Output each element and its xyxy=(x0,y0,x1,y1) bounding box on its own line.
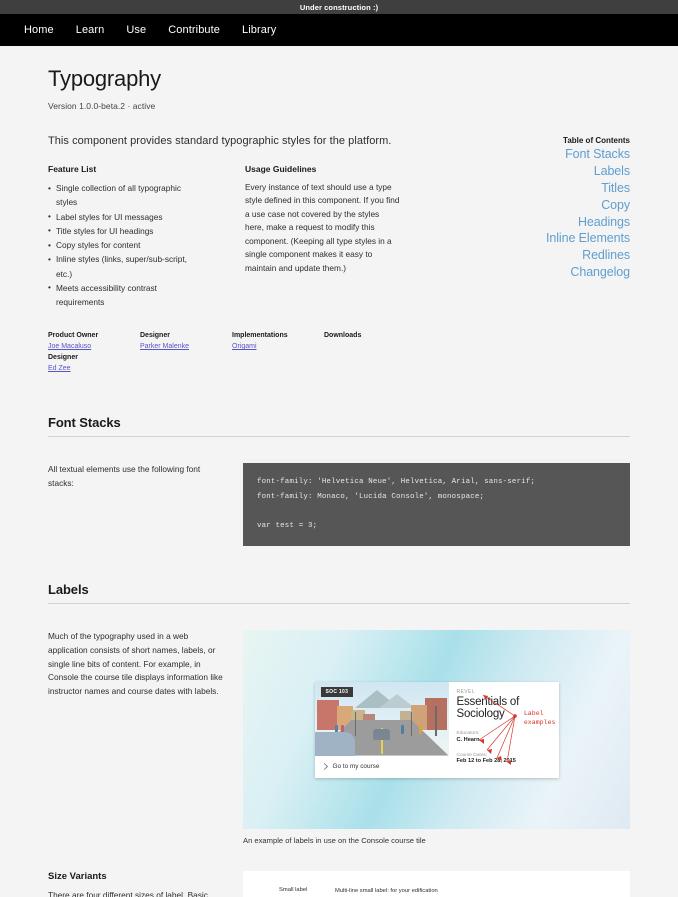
street-lamp-icon xyxy=(435,705,437,736)
section-title: Font Stacks xyxy=(48,415,630,437)
code-block: font-family: 'Helvetica Neue', Helvetica… xyxy=(243,462,630,547)
toc-link-font-stacks[interactable]: Font Stacks xyxy=(438,146,630,163)
toc-link-redlines[interactable]: Redlines xyxy=(438,247,630,264)
meta-label: Designer xyxy=(140,332,170,340)
list-item: Inline styles (links, super/sub-script, … xyxy=(48,252,203,281)
metadata-row: Product Owner Joe Macaluso Designer Ed Z… xyxy=(48,331,630,378)
toc-link-headings[interactable]: Headings xyxy=(438,214,630,231)
meta-product-owner: Product Owner Joe Macaluso Designer Ed Z… xyxy=(48,331,140,374)
chevron-right-icon xyxy=(320,762,328,771)
list-item: Meets accessibility contrast requirement… xyxy=(48,280,203,310)
banner-text: Under construction :) xyxy=(299,2,379,12)
feature-list: Single collection of all typographic sty… xyxy=(48,181,203,309)
font-stacks-row: All textual elements use the following f… xyxy=(48,462,630,547)
nav-item-home[interactable]: Home xyxy=(24,24,54,36)
course-dates-value: Feb 12 to Feb 28, 2015 xyxy=(456,758,516,765)
car-icon xyxy=(372,728,390,740)
meta-designer: Designer Parker Malenke xyxy=(140,331,232,374)
nav-item-library[interactable]: Library xyxy=(242,24,276,36)
usage-guidelines-body: Every instance of text should use a type… xyxy=(245,182,400,273)
usage-guidelines-heading: Usage Guidelines xyxy=(245,164,317,174)
labels-right: SOC 103 Go to my course REVEL Essentials… xyxy=(243,630,630,845)
toc-link-titles[interactable]: Titles xyxy=(438,180,630,197)
annotation-line-2: examples xyxy=(523,719,556,727)
meta-downloads: Downloads xyxy=(324,331,416,374)
street-lamp-icon xyxy=(354,711,356,736)
construction-banner: Under construction :) xyxy=(0,0,678,14)
meta-label: Implementations xyxy=(232,332,288,340)
annotation-line-1: Label xyxy=(523,709,544,717)
street-lamp-icon xyxy=(410,711,412,736)
toc-link-changelog[interactable]: Changelog xyxy=(438,264,630,281)
size-variants-row: Size Variants There are four different s… xyxy=(48,871,630,897)
size-variant-desc: Multi-line small label: for your edifica… xyxy=(335,888,438,895)
size-variants-body-1: There are four different sizes of label,… xyxy=(48,890,211,897)
course-tile-image: SOC 103 Go to my course xyxy=(314,681,449,778)
labels-body: Much of the typography used in a web app… xyxy=(48,631,223,697)
course-tile-figure: SOC 103 Go to my course REVEL Essentials… xyxy=(243,630,630,830)
table-of-contents: Table of Contents Font Stacks Labels Tit… xyxy=(438,135,630,309)
nav-item-contribute[interactable]: Contribute xyxy=(168,24,220,36)
list-item: Copy styles for content xyxy=(48,238,203,253)
mountain-icon xyxy=(378,693,415,708)
font-stacks-intro: All textual elements use the following f… xyxy=(48,463,201,488)
intro-columns: Feature List Single collection of all ty… xyxy=(48,164,438,309)
course-dates-label: Course Dates: xyxy=(456,752,488,758)
feature-list-heading: Feature List xyxy=(48,164,97,174)
list-item: Title styles for UI headings xyxy=(48,223,203,238)
course-brand: REVEL xyxy=(456,688,475,695)
labels-intro-row: Much of the typography used in a web app… xyxy=(48,630,630,845)
main-nav: Home Learn Use Contribute Library xyxy=(0,14,678,46)
font-stacks-left: All textual elements use the following f… xyxy=(48,463,243,546)
size-variants-panel: Small label Multi-line small label: for … xyxy=(243,871,630,897)
console-course-tile[interactable]: SOC 103 Go to my course REVEL Essentials… xyxy=(314,681,559,778)
meta-implementations: Implementations Origami xyxy=(232,331,324,374)
size-variants-left: Size Variants There are four different s… xyxy=(48,871,243,897)
educators-label: Educators: xyxy=(456,731,480,737)
toc-link-labels[interactable]: Labels xyxy=(438,163,630,180)
size-variants-heading: Size Variants xyxy=(48,871,107,883)
toc-link-inline-elements[interactable]: Inline Elements xyxy=(438,230,630,247)
educators-value: C. Hearn xyxy=(456,736,480,743)
pedestrian-icon xyxy=(418,724,422,734)
intro-section: This component provides standard typogra… xyxy=(48,135,630,309)
intro-lede: This component provides standard typogra… xyxy=(48,135,392,147)
section-font-stacks: Font Stacks All textual elements use the… xyxy=(48,415,630,547)
meta-label: Downloads xyxy=(324,332,362,340)
toc-heading: Table of Contents xyxy=(563,136,630,145)
size-variants-right: Small label Multi-line small label: for … xyxy=(243,871,630,897)
font-stacks-right: font-family: 'Helvetica Neue', Helvetica… xyxy=(243,462,630,547)
pedestrian-icon xyxy=(400,724,404,734)
meta-link-joe-macaluso[interactable]: Joe Macaluso xyxy=(48,342,140,353)
feature-list-column: Feature List Single collection of all ty… xyxy=(48,164,203,309)
nav-item-use[interactable]: Use xyxy=(126,24,146,36)
page-body: Typography Version 1.0.0-beta.2 · active… xyxy=(0,46,678,897)
meta-label: Product Owner xyxy=(48,332,99,340)
version-status: Version 1.0.0-beta.2 · active xyxy=(48,101,156,111)
go-to-course-button[interactable]: Go to my course xyxy=(314,755,449,778)
list-item: Label styles for UI messages xyxy=(48,209,203,224)
nav-item-learn[interactable]: Learn xyxy=(76,24,105,36)
car-icon xyxy=(314,731,355,756)
meta-label: Designer xyxy=(48,354,78,362)
toc-link-copy[interactable]: Copy xyxy=(438,197,630,214)
course-code-badge: SOC 103 xyxy=(320,686,354,697)
table-row: Small label Multi-line small label: for … xyxy=(243,887,630,895)
section-labels: Labels Much of the typography used in a … xyxy=(48,582,630,897)
usage-guidelines-column: Usage Guidelines Every instance of text … xyxy=(245,164,400,309)
meta-link-origami[interactable]: Origami xyxy=(232,342,324,353)
label-examples-annotation: Label examples xyxy=(524,709,556,729)
size-variant-name: Small label xyxy=(279,887,308,894)
meta-link-ed-zee[interactable]: Ed Zee xyxy=(48,364,140,375)
go-to-course-label: Go to my course xyxy=(332,763,380,771)
labels-left: Much of the typography used in a web app… xyxy=(48,630,243,845)
list-item: Single collection of all typographic sty… xyxy=(48,181,203,210)
page-title: Typography xyxy=(48,66,161,91)
section-title: Labels xyxy=(48,582,630,605)
figure-caption: An example of labels in use on the Conso… xyxy=(243,836,426,846)
meta-link-parker-malenke[interactable]: Parker Malenke xyxy=(140,342,232,353)
intro-left-column: This component provides standard typogra… xyxy=(48,135,438,309)
course-tile-info: REVEL Essentials of Sociology Educators:… xyxy=(448,681,559,778)
